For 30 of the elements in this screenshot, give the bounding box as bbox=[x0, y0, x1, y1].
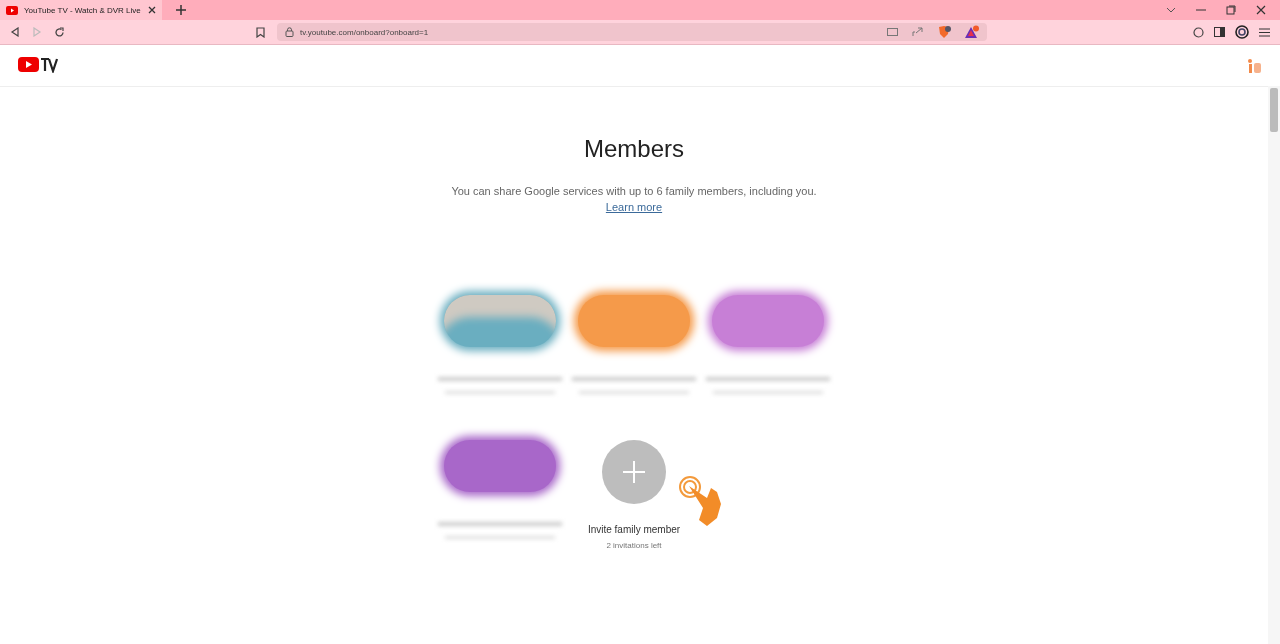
plus-icon bbox=[623, 461, 645, 483]
reload-icon[interactable] bbox=[54, 26, 65, 38]
learn-more-link[interactable]: Learn more bbox=[605, 201, 663, 213]
youtube-icon bbox=[6, 5, 18, 15]
menu-icon[interactable] bbox=[1259, 27, 1270, 37]
cast-icon[interactable] bbox=[887, 27, 898, 37]
scrollbar[interactable] bbox=[1268, 86, 1280, 644]
triangle-icon[interactable] bbox=[965, 25, 979, 39]
invite-label[interactable]: Invite family member bbox=[587, 524, 681, 535]
close-icon[interactable] bbox=[148, 6, 156, 14]
lock-icon bbox=[285, 27, 294, 37]
puzzle-icon[interactable] bbox=[1193, 26, 1204, 38]
sidebar-icon[interactable] bbox=[1214, 27, 1225, 37]
youtube-tv-logo[interactable] bbox=[18, 54, 58, 73]
scrollbar-thumb[interactable] bbox=[1270, 88, 1278, 132]
chevron-down-icon[interactable] bbox=[1166, 7, 1176, 13]
browser-tab[interactable]: YouTube TV - Watch & DVR Live bbox=[0, 0, 162, 20]
restore-icon[interactable] bbox=[1226, 5, 1236, 15]
lion-shield-icon[interactable] bbox=[937, 25, 951, 39]
description-text: You can share Google services with up to 6 family members, including you. bbox=[451, 185, 817, 197]
address-bar[interactable]: tv.youtube.com/onboard?onboard=1 bbox=[277, 23, 987, 41]
new-tab-icon[interactable] bbox=[176, 5, 186, 15]
invitations-count: 2 invitations left bbox=[606, 541, 662, 550]
back-icon[interactable] bbox=[10, 27, 20, 37]
bookmark-icon[interactable] bbox=[256, 26, 265, 38]
page-title: Members bbox=[584, 135, 684, 163]
figure-icon[interactable] bbox=[1246, 57, 1262, 74]
blurred-avatar[interactable] bbox=[444, 440, 556, 492]
swirl-icon[interactable] bbox=[1235, 25, 1249, 39]
close-icon[interactable] bbox=[1256, 5, 1266, 15]
